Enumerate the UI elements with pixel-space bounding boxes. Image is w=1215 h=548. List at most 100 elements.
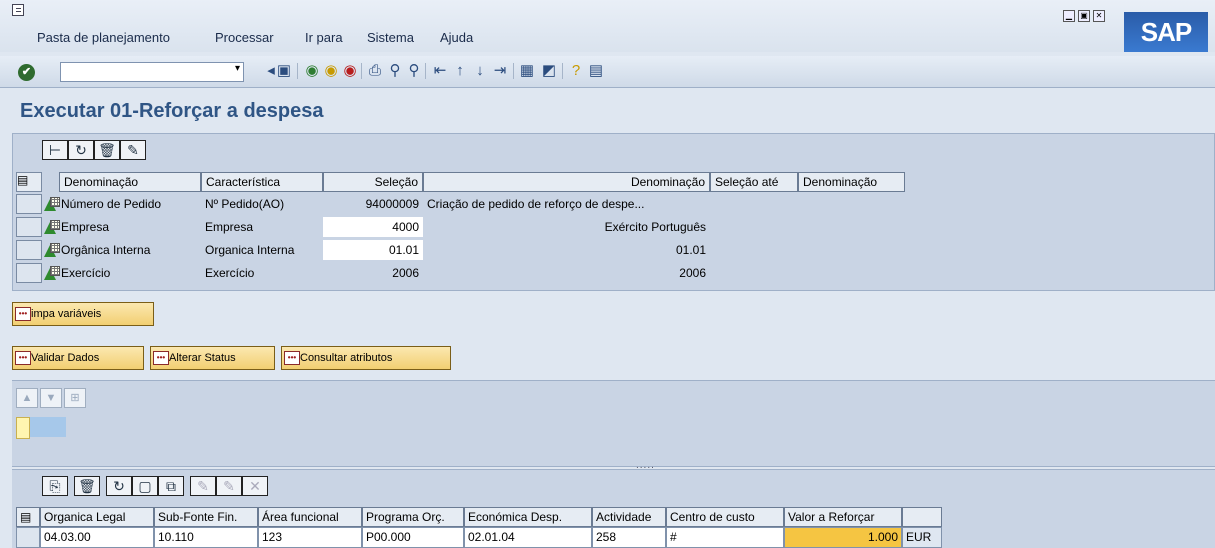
column-header[interactable]: Denominação [59,172,201,192]
table-cell: Criação de pedido de reforço de despe... [427,197,645,211]
validar-dados-button[interactable]: ••• Validar Dados [12,346,144,370]
row-selector[interactable] [16,263,42,283]
column-header[interactable]: Centro de custo [666,507,784,527]
selection-toolbar: ⊢ ↻ 🗑 ✎ [42,140,146,160]
table-cell[interactable]: 01.01 [323,240,423,260]
column-header[interactable]: Organica Legal [40,507,154,527]
characteristic-icon [44,197,60,211]
last-page-icon[interactable]: ⇥ [491,62,509,80]
system-menu-icon[interactable] [12,4,24,16]
currency-cell: EUR [902,527,942,548]
table-cell[interactable]: 258 [592,527,666,548]
delete-icon[interactable]: 🗑 [74,476,100,496]
ok-icon[interactable]: ✔ [18,64,35,81]
column-header[interactable]: Valor a Reforçar [784,507,902,527]
shortcut-icon[interactable]: ◩ [540,62,558,80]
details-icon[interactable]: ⎘ [42,476,68,496]
copy-row-icon[interactable]: ⧉ [158,476,184,496]
menu-bar [0,0,1215,52]
function-icon: ••• [15,307,31,322]
find-next-icon[interactable]: ⚲ [405,62,423,80]
refresh-icon[interactable]: ↻ [106,476,132,496]
find-icon[interactable]: ⚲ [386,62,404,80]
limpa-variaveis-button[interactable]: ••• impa variáveis [12,302,154,326]
save-icon[interactable]: ▣ [275,62,293,80]
exit-icon[interactable]: ◉ [322,62,340,80]
delete-icon[interactable]: 🗑 [94,140,120,160]
function-icon: ••• [15,351,31,366]
button-label: Alterar Status [169,352,236,364]
table-cell: Empresa [205,220,254,234]
first-page-icon[interactable]: ⇤ [431,62,449,80]
column-header[interactable]: Actividade [592,507,666,527]
move-down-icon[interactable]: ▼ [40,388,62,408]
table-cell: 01.01 [675,243,706,257]
layout-icon[interactable]: ▤ [587,62,605,80]
toolbar-separator [562,63,563,79]
expand-icon[interactable]: ⊢ [42,140,68,160]
row-selector[interactable] [16,527,40,548]
table-cell[interactable]: 10.110 [154,527,258,548]
table-cell[interactable]: 04.03.00 [40,527,154,548]
row-selector[interactable] [16,194,42,214]
help-icon[interactable]: ? [567,62,585,80]
characteristic-icon [44,220,60,234]
column-header[interactable]: Denominação [798,172,905,192]
column-header[interactable]: Denominação [423,172,710,192]
select-all-icon[interactable]: ▤ [16,507,40,527]
row-selector[interactable] [16,240,42,260]
table-cell: Nº Pedido(AO) [205,197,285,211]
maximize-icon[interactable]: ▣ [1078,10,1090,22]
table-cell[interactable]: 2006 [323,263,423,283]
valor-a-reforcar-cell[interactable]: 1.000 [784,527,902,548]
tree-node[interactable] [16,417,66,439]
select-all-icon[interactable]: ▤ [16,172,42,192]
menu-pasta-de-planejamento[interactable]: Pasta de planejamento [37,30,170,45]
refresh-icon[interactable]: ↻ [68,140,94,160]
edit-icon[interactable]: ✎ [190,476,216,496]
remove-icon[interactable]: ✕ [242,476,268,496]
menu-ajuda[interactable]: Ajuda [440,30,473,45]
table-cell[interactable]: # [666,527,784,548]
menu-processar[interactable]: Processar [215,30,274,45]
button-band [0,294,1215,334]
characteristic-icon [44,266,60,280]
edit-icon[interactable]: ✎ [216,476,242,496]
column-header[interactable]: Sub-Fonte Fin. [154,507,258,527]
expand-tree-icon[interactable]: ⊞ [64,388,86,408]
move-up-icon[interactable]: ▲ [16,388,38,408]
new-row-icon[interactable]: ▢ [132,476,158,496]
minimize-icon[interactable]: ▁ [1063,10,1075,22]
column-header[interactable]: Seleção [323,172,423,192]
column-header[interactable]: Económica Desp. [464,507,592,527]
table-cell[interactable]: 123 [258,527,362,548]
button-label: impa variáveis [31,308,102,320]
previous-page-icon[interactable]: ↑ [451,62,469,80]
table-cell[interactable]: 4000 [323,217,423,237]
column-header[interactable]: Seleção até [710,172,798,192]
command-history-icon[interactable]: ▾ [235,63,245,79]
table-cell: Organica Interna [205,243,295,257]
column-header[interactable]: Característica [201,172,323,192]
variable-icon[interactable]: ✎ [120,140,146,160]
table-cell: Número de Pedido [61,197,162,211]
menu-ir-para[interactable]: Ir para [305,30,343,45]
column-header[interactable]: Área funcional [258,507,362,527]
cancel-icon[interactable]: ◉ [341,62,359,80]
create-session-icon[interactable]: ▦ [518,62,536,80]
table-cell[interactable]: P00.000 [362,527,464,548]
table-cell: Exército Português [604,220,706,234]
command-field[interactable] [60,62,244,82]
table-cell[interactable]: 94000009 [323,194,423,214]
column-header[interactable]: Programa Orç. [362,507,464,527]
toolbar-separator [425,63,426,79]
row-selector[interactable] [16,217,42,237]
consultar-atributos-button[interactable]: ••• Consultar atributos [281,346,451,370]
close-icon[interactable]: ✕ [1093,10,1105,22]
menu-sistema[interactable]: Sistema [367,30,414,45]
table-cell[interactable]: 02.01.04 [464,527,592,548]
print-icon[interactable]: ⎙ [366,62,384,80]
alterar-status-button[interactable]: ••• Alterar Status [150,346,275,370]
next-page-icon[interactable]: ↓ [471,62,489,80]
back-icon[interactable]: ◉ [303,62,321,80]
